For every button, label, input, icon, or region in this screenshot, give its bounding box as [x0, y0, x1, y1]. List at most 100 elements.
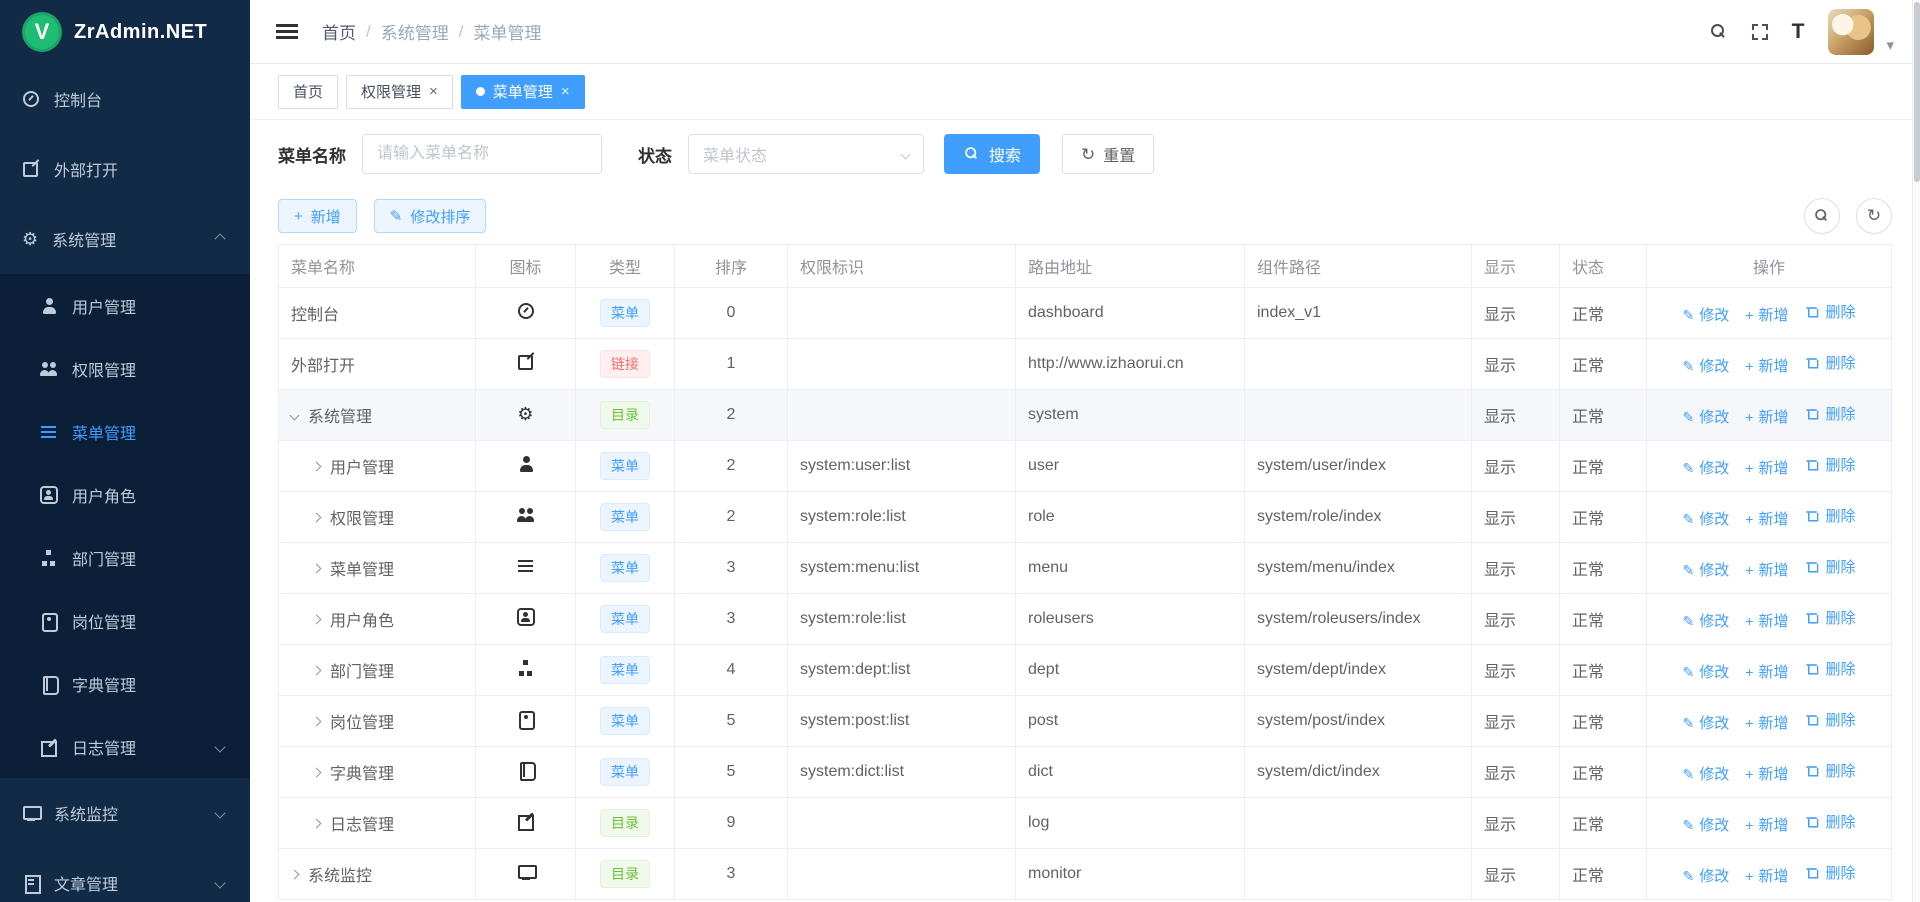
sidebar-item-articles[interactable]: 文章管理 [0, 848, 250, 902]
expand-row-icon[interactable] [312, 512, 322, 522]
expand-row-icon[interactable] [312, 818, 322, 828]
expand-row-icon[interactable] [290, 869, 300, 879]
edit-link[interactable]: ✎修改 [1683, 304, 1730, 325]
tab-roles[interactable]: 权限管理 × [346, 75, 453, 109]
table-row[interactable]: 控制台菜单0dashboardindex_v1显示正常✎修改+新增删除 [279, 288, 1892, 339]
hamburger-menu-icon[interactable] [276, 23, 298, 40]
add-link[interactable]: +新增 [1745, 814, 1788, 835]
logo[interactable]: V ZrAdmin.NET [0, 0, 250, 64]
tab-menus[interactable]: 菜单管理 × [461, 75, 585, 109]
status-select[interactable]: 菜单状态 [688, 134, 924, 174]
close-icon[interactable]: × [561, 83, 570, 100]
add-link[interactable]: +新增 [1745, 712, 1788, 733]
page-scrollbar[interactable] [1912, 0, 1920, 902]
add-button[interactable]: + 新增 [278, 199, 357, 233]
sidebar-item-external[interactable]: 外部打开 [0, 134, 250, 204]
edit-link[interactable]: ✎修改 [1683, 406, 1730, 427]
expand-row-icon[interactable] [312, 461, 322, 471]
table-row[interactable]: 字典管理菜单5system:dict:listdictsystem/dict/i… [279, 747, 1892, 798]
delete-link[interactable]: 删除 [1804, 556, 1855, 577]
expand-row-icon[interactable] [312, 563, 322, 573]
delete-link[interactable]: 删除 [1804, 658, 1855, 679]
sidebar-item-dicts[interactable]: 字典管理 [0, 652, 250, 715]
sidebar-item-monitor[interactable]: 系统监控 [0, 778, 250, 848]
delete-link[interactable]: 删除 [1804, 709, 1855, 730]
app-root: V ZrAdmin.NET 控制台 外部打开 ⚙ 系统管理 用户管理 [0, 0, 1920, 902]
delete-link[interactable]: 删除 [1804, 760, 1855, 781]
visible-value: 显示 [1484, 868, 1516, 885]
table-row[interactable]: 日志管理目录9log显示正常✎修改+新增删除 [279, 798, 1892, 849]
sidebar-item-system[interactable]: ⚙ 系统管理 [0, 204, 250, 274]
add-link[interactable]: +新增 [1745, 559, 1788, 580]
font-size-icon[interactable]: T [1792, 20, 1805, 44]
delete-link[interactable]: 删除 [1804, 505, 1855, 526]
type-tag: 目录 [600, 860, 650, 888]
sidebar-item-dashboard[interactable]: 控制台 [0, 64, 250, 134]
caret-down-icon[interactable]: ▾ [1886, 36, 1894, 54]
add-link[interactable]: +新增 [1745, 355, 1788, 376]
order-value: 2 [727, 406, 736, 423]
table-row[interactable]: 岗位管理菜单5system:post:listpostsystem/post/i… [279, 696, 1892, 747]
add-link[interactable]: +新增 [1745, 304, 1788, 325]
add-link[interactable]: +新增 [1745, 661, 1788, 682]
breadcrumb-home[interactable]: 首页 [322, 19, 356, 44]
sort-button[interactable]: ✎ 修改排序 [374, 199, 487, 233]
close-icon[interactable]: × [429, 83, 438, 100]
table-row[interactable]: 菜单管理菜单3system:menu:listmenusystem/menu/i… [279, 543, 1892, 594]
sidebar-item-roles[interactable]: 权限管理 [0, 337, 250, 400]
edit-link[interactable]: ✎修改 [1683, 559, 1730, 580]
sidebar-submenu-system: 用户管理 权限管理 菜单管理 用户角色 部门管理 [0, 274, 250, 778]
delete-link[interactable]: 删除 [1804, 301, 1855, 322]
sidebar-item-posts[interactable]: 岗位管理 [0, 589, 250, 652]
reset-button[interactable]: ↻ 重置 [1062, 134, 1154, 174]
edit-link[interactable]: ✎修改 [1683, 661, 1730, 682]
table-row[interactable]: 用户角色菜单3system:role:listroleuserssystem/r… [279, 594, 1892, 645]
expand-row-icon[interactable] [312, 716, 322, 726]
edit-link[interactable]: ✎修改 [1683, 763, 1730, 784]
add-link[interactable]: +新增 [1745, 508, 1788, 529]
search-icon[interactable] [1710, 23, 1728, 41]
tab-home[interactable]: 首页 [278, 75, 338, 109]
edit-link[interactable]: ✎修改 [1683, 508, 1730, 529]
edit-link[interactable]: ✎修改 [1683, 355, 1730, 376]
sidebar-item-depts[interactable]: 部门管理 [0, 526, 250, 589]
delete-link[interactable]: 删除 [1804, 403, 1855, 424]
show-search-button[interactable] [1804, 198, 1840, 234]
table-row[interactable]: 系统监控目录3monitor显示正常✎修改+新增删除 [279, 849, 1892, 900]
table-row[interactable]: 外部打开链接1http://www.izhaorui.cn显示正常✎修改+新增删… [279, 339, 1892, 390]
delete-link[interactable]: 删除 [1804, 454, 1855, 475]
expand-row-icon[interactable] [312, 614, 322, 624]
add-link[interactable]: +新增 [1745, 865, 1788, 886]
sidebar-item-user-roles[interactable]: 用户角色 [0, 463, 250, 526]
type-tag: 菜单 [600, 503, 650, 531]
table-row[interactable]: 用户管理菜单2system:user:listusersystem/user/i… [279, 441, 1892, 492]
sidebar-item-menus[interactable]: 菜单管理 [0, 400, 250, 463]
user-avatar[interactable] [1828, 9, 1874, 55]
table-row[interactable]: 系统管理⚙目录2system显示正常✎修改+新增删除 [279, 390, 1892, 441]
menu-name-input[interactable] [362, 134, 602, 174]
delete-link[interactable]: 删除 [1804, 862, 1855, 883]
collapse-row-icon[interactable] [290, 410, 300, 420]
expand-row-icon[interactable] [312, 665, 322, 675]
table-row[interactable]: 权限管理菜单2system:role:listrolesystem/role/i… [279, 492, 1892, 543]
edit-link[interactable]: ✎修改 [1683, 865, 1730, 886]
add-link[interactable]: +新增 [1745, 763, 1788, 784]
refresh-table-button[interactable]: ↻ [1856, 198, 1892, 234]
delete-link[interactable]: 删除 [1804, 352, 1855, 373]
sidebar-item-users[interactable]: 用户管理 [0, 274, 250, 337]
sidebar-item-logs[interactable]: 日志管理 [0, 715, 250, 778]
expand-row-icon[interactable] [312, 767, 322, 777]
edit-link[interactable]: ✎修改 [1683, 814, 1730, 835]
scrollbar-thumb[interactable] [1914, 2, 1920, 182]
search-button[interactable]: 搜索 [944, 134, 1040, 174]
delete-link[interactable]: 删除 [1804, 811, 1855, 832]
edit-link[interactable]: ✎修改 [1683, 610, 1730, 631]
add-link[interactable]: +新增 [1745, 610, 1788, 631]
delete-link[interactable]: 删除 [1804, 607, 1855, 628]
add-link[interactable]: +新增 [1745, 457, 1788, 478]
fullscreen-icon[interactable] [1752, 24, 1768, 40]
edit-link[interactable]: ✎修改 [1683, 712, 1730, 733]
add-link[interactable]: +新增 [1745, 406, 1788, 427]
table-row[interactable]: 部门管理菜单4system:dept:listdeptsystem/dept/i… [279, 645, 1892, 696]
edit-link[interactable]: ✎修改 [1683, 457, 1730, 478]
